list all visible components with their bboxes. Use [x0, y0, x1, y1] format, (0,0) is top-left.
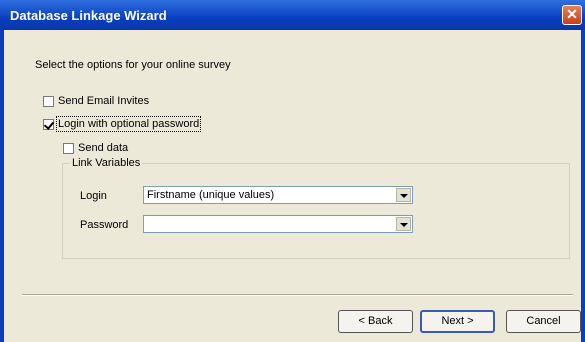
back-button[interactable]: < Back — [338, 310, 413, 333]
login-with-password-label[interactable]: Login with optional password — [55, 116, 202, 132]
link-variables-group — [62, 163, 570, 259]
title-bar: Database Linkage Wizard ✕ — [0, 0, 585, 30]
send-email-invites-checkbox[interactable] — [43, 96, 54, 107]
window-frame-right — [581, 30, 585, 342]
password-label: Password — [80, 219, 129, 231]
login-dropdown[interactable]: Firstname (unique values) — [143, 186, 413, 204]
login-dropdown-value: Firstname (unique values) — [147, 189, 275, 201]
password-dropdown[interactable] — [143, 215, 413, 233]
window-title: Database Linkage Wizard — [10, 8, 167, 23]
chevron-down-icon[interactable] — [396, 188, 411, 202]
send-email-invites-label[interactable]: Send Email Invites — [58, 95, 149, 107]
cancel-button[interactable]: Cancel — [506, 310, 581, 333]
send-data-label[interactable]: Send data — [78, 142, 128, 154]
chevron-down-icon[interactable] — [396, 217, 411, 231]
close-icon[interactable]: ✕ — [562, 5, 582, 25]
next-button[interactable]: Next > — [420, 310, 495, 333]
separator — [22, 294, 573, 296]
login-label: Login — [80, 190, 107, 202]
link-variables-title: Link Variables — [70, 157, 143, 169]
send-data-checkbox[interactable] — [63, 143, 74, 154]
instructions-text: Select the options for your online surve… — [35, 59, 231, 71]
login-with-password-checkbox[interactable] — [43, 119, 54, 130]
window-frame-left — [0, 30, 4, 342]
